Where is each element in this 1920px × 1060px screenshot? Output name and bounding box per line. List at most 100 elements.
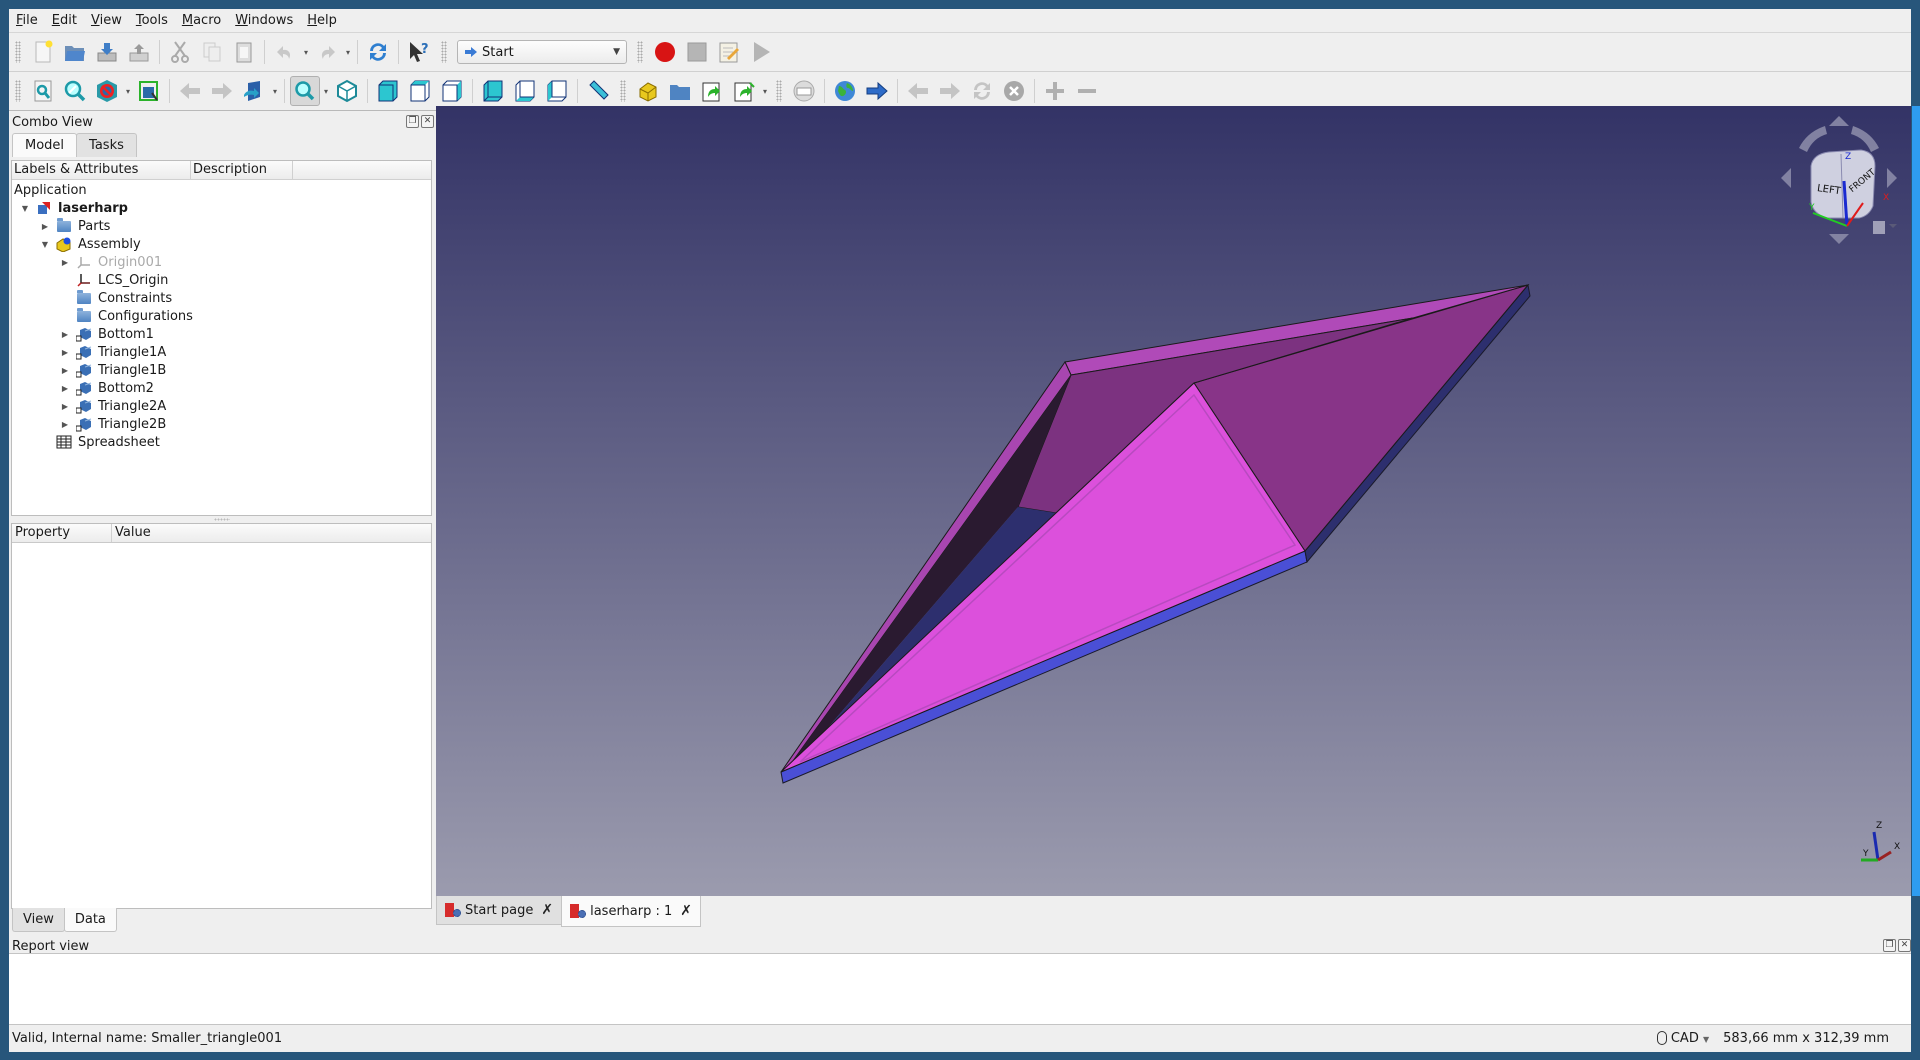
make-link-button[interactable]: [697, 76, 727, 106]
zoom-dropdown[interactable]: ▾: [321, 87, 331, 96]
web-go-button[interactable]: [862, 76, 892, 106]
front-view-button[interactable]: [373, 76, 403, 106]
expand-open-icon[interactable]: ▼: [40, 240, 50, 249]
back-button[interactable]: [175, 76, 205, 106]
measure-button[interactable]: [583, 76, 613, 106]
undo-dropdown[interactable]: ▾: [301, 48, 311, 57]
report-view[interactable]: [9, 953, 1911, 1025]
macro-stop-button[interactable]: [682, 37, 712, 67]
nav-rotate-right-icon[interactable]: [1887, 168, 1897, 188]
float-report-button[interactable]: ❐: [1883, 939, 1896, 952]
nav-rotate-up-icon[interactable]: [1829, 116, 1849, 126]
expand-closed-icon[interactable]: ▶: [60, 330, 70, 339]
toolbar-grip[interactable]: [441, 41, 447, 63]
tab-view[interactable]: View: [12, 908, 65, 932]
float-panel-button[interactable]: ❐: [406, 115, 419, 128]
tree-item[interactable]: LCS_Origin: [60, 271, 168, 289]
undo-button[interactable]: [270, 37, 300, 67]
macro-edit-button[interactable]: [714, 37, 744, 67]
right-view-button[interactable]: [437, 76, 467, 106]
cut-button[interactable]: [165, 37, 195, 67]
column-description[interactable]: Description: [191, 161, 293, 179]
whats-this-button[interactable]: ?: [404, 37, 434, 67]
3d-viewport[interactable]: LEFT FRONT Z Y X Z Y X: [436, 106, 1911, 896]
open-button[interactable]: [60, 37, 90, 67]
nav-roll-left-icon[interactable]: [1799, 126, 1827, 152]
close-tab-icon[interactable]: ✗: [680, 903, 692, 919]
menu-view[interactable]: View: [84, 13, 129, 28]
save-as-button[interactable]: [124, 37, 154, 67]
web-globe-button[interactable]: [830, 76, 860, 106]
web-stop-button[interactable]: [999, 76, 1029, 106]
menu-macro[interactable]: Macro: [175, 13, 228, 28]
zoom-out-button[interactable]: [1072, 76, 1102, 106]
column-property[interactable]: Property: [12, 524, 112, 542]
macro-run-button[interactable]: [746, 37, 776, 67]
expand-closed-icon[interactable]: ▶: [60, 384, 70, 393]
column-value[interactable]: Value: [112, 524, 431, 542]
tree-item[interactable]: Spreadsheet: [40, 433, 160, 451]
tree-item[interactable]: ▶ Triangle2B: [60, 415, 166, 433]
web-back-button[interactable]: [903, 76, 933, 106]
property-editor[interactable]: Property Value: [11, 523, 432, 909]
forward-button[interactable]: [207, 76, 237, 106]
tree-item[interactable]: ▶ Bottom1: [60, 325, 154, 343]
tab-start-page[interactable]: Start page ✗: [436, 896, 563, 925]
zoom-in-button[interactable]: [1040, 76, 1070, 106]
tab-tasks[interactable]: Tasks: [76, 133, 137, 157]
nav-menu-cube-icon[interactable]: [1873, 221, 1885, 234]
navigation-cube[interactable]: LEFT FRONT Z Y X: [1769, 106, 1909, 256]
expand-closed-icon[interactable]: ▶: [60, 348, 70, 357]
column-labels-attributes[interactable]: Labels & Attributes: [12, 161, 191, 179]
nav-menu-dropdown-icon[interactable]: [1889, 224, 1897, 228]
tree-item[interactable]: ▶ Triangle1B: [60, 361, 166, 379]
create-part-button[interactable]: [633, 76, 663, 106]
left-view-button[interactable]: [542, 76, 572, 106]
zoom-button[interactable]: [290, 76, 320, 106]
tree-item[interactable]: ▶ Origin001: [60, 253, 162, 271]
draw-style-dropdown[interactable]: ▾: [123, 87, 133, 96]
paste-button[interactable]: [229, 37, 259, 67]
refresh-button[interactable]: [363, 37, 393, 67]
fit-selection-button[interactable]: [60, 76, 90, 106]
menu-file[interactable]: File: [9, 13, 45, 28]
expand-open-icon[interactable]: ▼: [20, 204, 30, 213]
menu-windows[interactable]: Windows: [228, 13, 300, 28]
panel-splitter[interactable]: [214, 518, 230, 521]
new-document-button[interactable]: [28, 37, 58, 67]
macro-record-button[interactable]: [650, 37, 680, 67]
nav-roll-right-icon[interactable]: [1851, 126, 1879, 152]
tree-item[interactable]: ▶ Bottom2: [60, 379, 154, 397]
toolbar-grip[interactable]: [637, 41, 643, 63]
navigation-style-selector[interactable]: CAD ▼: [1656, 1031, 1709, 1046]
sync-view-button[interactable]: [239, 76, 269, 106]
fit-all-button[interactable]: [28, 76, 58, 106]
top-view-button[interactable]: [405, 76, 435, 106]
tab-model[interactable]: Model: [12, 133, 78, 157]
tree-item[interactable]: ▼ Assembly: [40, 235, 141, 253]
tab-data[interactable]: Data: [63, 908, 117, 932]
redo-button[interactable]: [312, 37, 342, 67]
tab-laserharp[interactable]: laserharp : 1 ✗: [561, 896, 702, 927]
tree-item[interactable]: ▶ Parts: [40, 217, 110, 235]
workbench-selector[interactable]: Start ▼: [457, 40, 627, 64]
sync-view-dropdown[interactable]: ▾: [270, 87, 280, 96]
web-refresh-button[interactable]: [967, 76, 997, 106]
create-group-button[interactable]: [665, 76, 695, 106]
link-actions-button[interactable]: [729, 76, 759, 106]
tree-item[interactable]: ▼ laserharp: [20, 199, 128, 217]
expand-closed-icon[interactable]: ▶: [60, 420, 70, 429]
nav-rotate-left-icon[interactable]: [1781, 168, 1791, 188]
toolbar-grip[interactable]: [776, 80, 782, 102]
web-next-button[interactable]: [935, 76, 965, 106]
web-page-button[interactable]: [789, 76, 819, 106]
menu-help[interactable]: Help: [300, 13, 344, 28]
close-report-button[interactable]: ✕: [1898, 939, 1911, 952]
menu-tools[interactable]: Tools: [129, 13, 175, 28]
bounding-box-button[interactable]: [134, 76, 164, 106]
close-panel-button[interactable]: ✕: [421, 115, 434, 128]
expand-closed-icon[interactable]: ▶: [40, 222, 50, 231]
model-tree[interactable]: Labels & Attributes Description Applicat…: [11, 160, 432, 516]
nav-rotate-down-icon[interactable]: [1829, 234, 1849, 244]
rear-view-button[interactable]: [478, 76, 508, 106]
